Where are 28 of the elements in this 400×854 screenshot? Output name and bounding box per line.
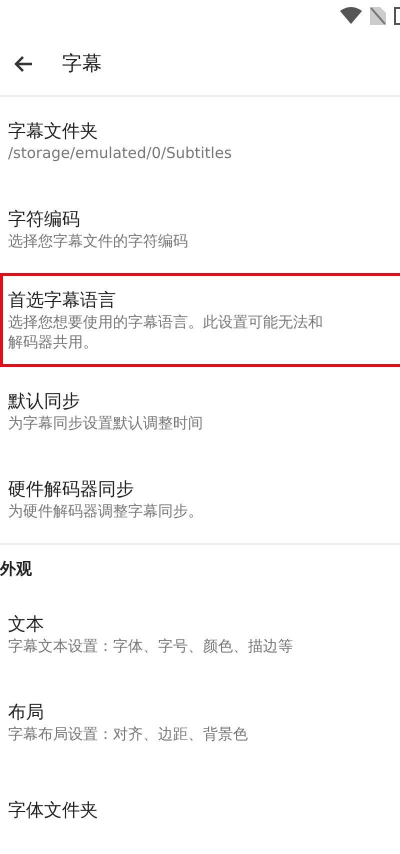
item-summary: 字幕布局设置：对齐、边距、背景色 [8, 724, 248, 744]
settings-item[interactable]: 首选字幕语言 选择您想要使用的字幕语言。此设置可能无法和 解码器共用。 [0, 273, 400, 367]
item-title: 字幕文件夹 [8, 120, 98, 143]
page-title: 字幕 [62, 50, 102, 78]
item-title: 字符编码 [8, 208, 80, 231]
item-title: 硬件解码器同步 [8, 478, 134, 501]
settings-item[interactable]: 硬件解码器同步 为硬件解码器调整字幕同步。 [0, 455, 400, 543]
wifi-icon [340, 7, 362, 26]
item-title: 默认同步 [8, 390, 80, 413]
settings-item[interactable]: 字符编码 选择您字幕文件的字符编码 [0, 185, 400, 273]
item-summary: 选择您字幕文件的字符编码 [8, 231, 188, 251]
item-title: 文本 [8, 613, 44, 636]
item-summary: 为字幕同步设置默认调整时间 [8, 413, 203, 433]
battery-icon [394, 7, 400, 26]
item-summary: 选择您想要使用的字幕语言。此设置可能无法和 [8, 312, 323, 332]
settings-item[interactable]: 默认同步 为字幕同步设置默认调整时间 [0, 367, 400, 455]
item-summary: 字幕文本设置：字体、字号、颜色、描边等 [8, 636, 293, 656]
item-title: 布局 [8, 701, 44, 724]
no-sim-icon [370, 7, 386, 26]
item-title: 字体文件夹 [8, 799, 98, 822]
item-summary: 为硬件解码器调整字幕同步。 [8, 501, 203, 521]
settings-item[interactable]: 字幕文件夹 /storage/emulated/0/Subtitles [0, 97, 400, 185]
item-title: 首选字幕语言 [8, 289, 116, 312]
item-summary: 解码器共用。 [8, 332, 98, 352]
settings-item[interactable]: 布局 字幕布局设置：对齐、边距、背景色 [0, 678, 400, 766]
item-summary: /storage/emulated/0/Subtitles [8, 143, 232, 163]
settings-item[interactable]: 文本 字幕文本设置：字体、字号、颜色、描边等 [0, 590, 400, 678]
settings-item[interactable]: 字体文件夹 [0, 766, 400, 854]
